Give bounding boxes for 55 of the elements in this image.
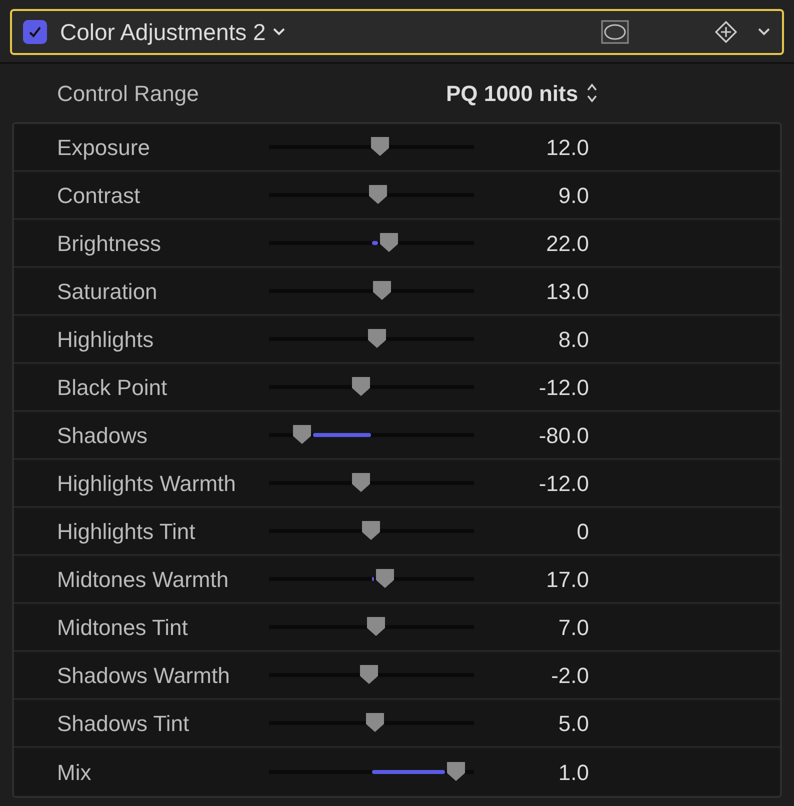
- slider-value: -12.0: [538, 470, 589, 498]
- slider-thumb[interactable]: [290, 424, 313, 446]
- slider-thumb[interactable]: [364, 712, 386, 734]
- slider-thumb[interactable]: [358, 664, 380, 686]
- slider-label: Contrast: [57, 182, 142, 210]
- slider-value: 12.0: [545, 134, 589, 162]
- slider-label: Highlights Tint: [57, 518, 196, 546]
- slider-label: Shadows Warmth: [57, 662, 231, 690]
- slider-label: Midtones Tint: [57, 614, 189, 642]
- slider-label: Black Point: [57, 374, 168, 402]
- slider-value: 1.0: [557, 758, 589, 786]
- slider-label: Exposure: [57, 134, 151, 162]
- slider-value: -80.0: [538, 422, 589, 450]
- up-down-chevron-icon: [586, 82, 598, 104]
- effect-title: Color Adjustments 2: [60, 18, 266, 47]
- slider-label: Brightness: [57, 230, 162, 258]
- slider-fill: [372, 241, 378, 245]
- slider-fill: [312, 433, 372, 437]
- slider-value: -2.0: [550, 662, 589, 690]
- keyframe-icon[interactable]: [715, 21, 737, 43]
- slider-value: 0: [576, 518, 589, 546]
- slider-thumb[interactable]: [374, 568, 396, 590]
- slider-value: 7.0: [557, 614, 589, 642]
- enable-checkbox[interactable]: [23, 20, 47, 44]
- slider-value: 13.0: [545, 278, 589, 306]
- slider-label: Highlights: [57, 326, 155, 354]
- slider-label: Highlights Warmth: [57, 470, 237, 498]
- slider-value: -12.0: [538, 374, 589, 402]
- slider-thumb[interactable]: [365, 616, 388, 638]
- mask-icon[interactable]: [601, 20, 629, 44]
- slider-thumb[interactable]: [350, 376, 372, 398]
- slider-fill: [372, 577, 374, 581]
- slider-label: Mix: [57, 758, 92, 786]
- slider-value: 8.0: [557, 326, 589, 354]
- slider-value: 22.0: [545, 230, 589, 258]
- slider-label: Shadows: [57, 422, 149, 450]
- checkmark-icon: [28, 25, 42, 39]
- slider-value: 9.0: [557, 182, 589, 210]
- slider-thumb[interactable]: [350, 472, 372, 494]
- slider-thumb[interactable]: [366, 328, 388, 350]
- slider-thumb[interactable]: [367, 184, 390, 206]
- slider-label: Midtones Warmth: [57, 566, 230, 594]
- slider-thumb[interactable]: [445, 761, 468, 783]
- slider-value: 17.0: [545, 566, 589, 594]
- slider-thumb[interactable]: [370, 280, 393, 302]
- slider-value: 5.0: [557, 710, 589, 738]
- slider-thumb[interactable]: [360, 520, 382, 542]
- slider-thumb[interactable]: [378, 232, 400, 254]
- control-range-selector[interactable]: PQ 1000 nits: [446, 76, 598, 110]
- slider-label: Saturation: [57, 278, 158, 306]
- slider-label: Shadows Tint: [57, 710, 190, 738]
- chevron-down-icon[interactable]: [757, 27, 771, 37]
- control-range-label: Control Range: [57, 80, 200, 108]
- chevron-down-icon[interactable]: [272, 27, 286, 37]
- slider-thumb[interactable]: [368, 136, 391, 158]
